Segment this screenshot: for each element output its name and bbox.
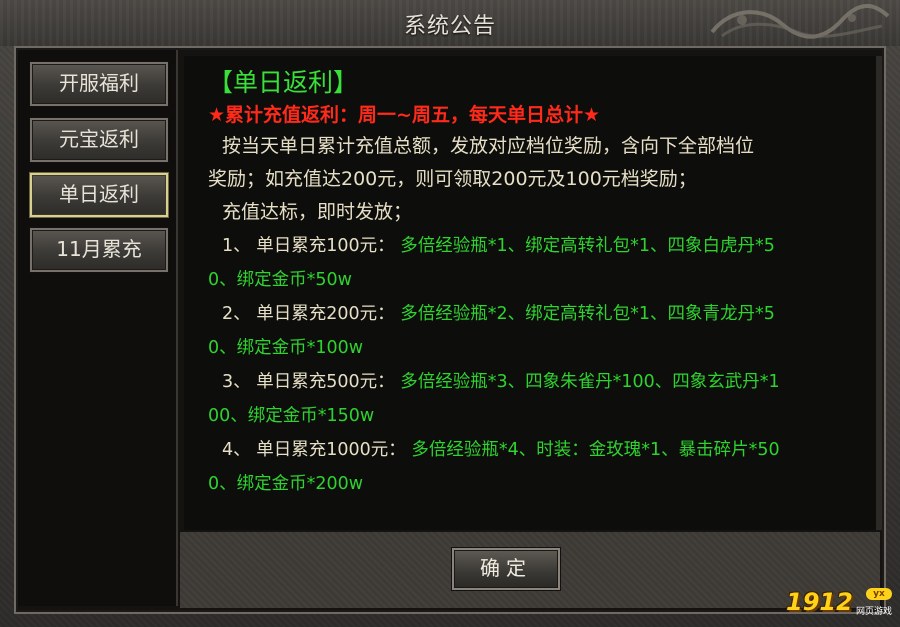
tab-november-leichong[interactable]: 11月累充 [30,228,168,272]
sidebar: 开服福利 元宝返利 单日返利 11月累充 [18,50,178,606]
reward-number: 1、 [222,236,251,256]
reward-tier: 单日累充100元： [256,236,395,256]
site-watermark-logo: 1912 yx 网页游戏 [786,586,896,622]
reward-item-cont: 0、绑定金币*200w [208,474,364,494]
reward-item-cont: 00、绑定金币*150w [208,406,375,426]
reward-desc: 多倍经验瓶*1、绑定高转礼包*1、四象白虎丹*5 [400,236,775,256]
reward-desc: 多倍经验瓶*2、绑定高转礼包*1、四象青龙丹*5 [400,304,775,324]
reward-item-cont: 0、绑定金币*50w [208,270,352,290]
announcement-content[interactable]: 【单日返利】 ★累计充值返利：周一~周五，每天单日总计★ 按当天单日累计充值总额… [184,56,876,530]
watermark-sub: 网页游戏 [856,607,893,617]
reward-item: 4、 单日累充1000元： 多倍经验瓶*4、时装：金玫瑰*1、暴击碎片*50 [208,433,848,467]
reward-number: 2、 [222,304,251,324]
reward-tier: 单日累充200元： [256,304,395,324]
reward-number: 4、 [222,440,251,460]
content-paragraph: 按当天单日累计充值总额，发放对应档位奖励，含向下全部档位 [222,135,755,157]
content-paragraph: 奖励；如充值达200元，则可领取200元及100元档奖励； [208,168,697,190]
reward-tier: 单日累充1000元： [256,440,406,460]
reward-item: 2、 单日累充200元： 多倍经验瓶*2、绑定高转礼包*1、四象青龙丹*5 [208,297,848,331]
reward-item: 3、 单日累充500元： 多倍经验瓶*3、四象朱雀丹*100、四象玄武丹*1 [208,365,848,399]
content-paragraph: 充值达标，即时发放； [222,201,413,223]
ok-button[interactable]: 确定 [452,548,560,590]
tab-kaifu-fuli[interactable]: 开服福利 [30,62,168,106]
clipped-text-row [208,520,828,530]
content-heading: 【单日返利】 [208,68,359,97]
reward-tier: 单日累充500元： [256,372,395,392]
tab-danri-fanli[interactable]: 单日返利 [30,173,168,217]
reward-item-cont: 0、绑定金币*100w [208,338,364,358]
reward-number: 3、 [222,372,251,392]
content-scrollbar[interactable] [876,56,882,530]
title-bar: 系统公告 [0,0,900,46]
reward-desc: 多倍经验瓶*4、时装：金玫瑰*1、暴击碎片*50 [411,440,780,460]
content-subheading: ★累计充值返利：周一~周五，每天单日总计★ [208,104,600,126]
reward-desc: 多倍经验瓶*3、四象朱雀丹*100、四象玄武丹*1 [400,372,780,392]
dragon-ornament-icon [710,4,890,39]
watermark-badge: yx [866,588,892,600]
tab-yuanbao-fanli[interactable]: 元宝返利 [30,118,168,162]
reward-item: 1、 单日累充100元： 多倍经验瓶*1、绑定高转礼包*1、四象白虎丹*5 [208,229,848,263]
watermark-main: 1912 [786,588,853,616]
